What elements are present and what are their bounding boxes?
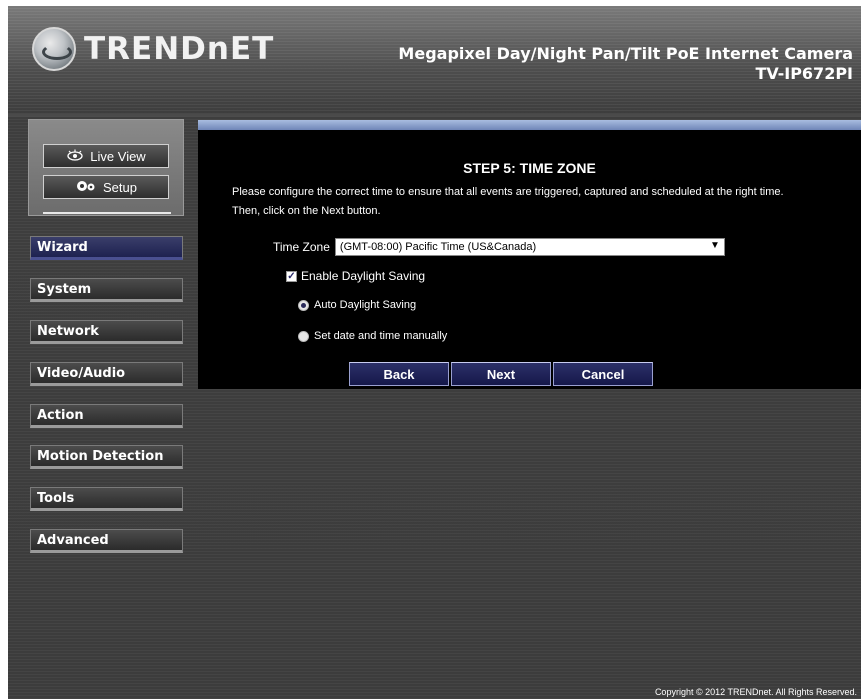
trendnet-logo: TRENDnET <box>32 26 274 72</box>
product-title: Megapixel Day/Night Pan/Tilt PoE Interne… <box>398 44 853 84</box>
daylight-saving-label: Enable Daylight Saving <box>301 269 426 283</box>
logo-mark-icon <box>32 27 76 71</box>
nav-item-advanced[interactable]: Advanced <box>30 529 183 553</box>
nav-item-action[interactable]: Action <box>30 404 183 428</box>
copyright-text: Copyright © 2012 TRENDnet. All Rights Re… <box>654 687 857 697</box>
nav-item-wizard[interactable]: Wizard <box>30 236 183 260</box>
nav-item-video-audio[interactable]: Video/Audio <box>30 362 183 386</box>
nav-item-network[interactable]: Network <box>30 320 183 344</box>
back-button[interactable]: Back <box>349 362 449 386</box>
nav-item-label: Advanced <box>37 532 109 548</box>
timezone-row: Time Zone (GMT-08:00) Pacific Time (US&C… <box>273 238 725 256</box>
live-view-button[interactable]: Live View <box>43 144 169 168</box>
nav-item-label: Wizard <box>37 239 88 255</box>
app-frame: TRENDnET Megapixel Day/Night Pan/Tilt Po… <box>8 6 861 699</box>
manual-time-label: Set date and time manually <box>314 330 448 342</box>
nav-item-label: Video/Audio <box>37 365 126 381</box>
auto-daylight-row: Auto Daylight Saving <box>298 299 416 311</box>
nav-item-label: Action <box>37 407 84 423</box>
instructions-text: Please configure the correct time to ens… <box>232 186 784 217</box>
nav-item-tools[interactable]: Tools <box>30 487 183 511</box>
divider <box>43 212 171 214</box>
nav-item-label: Motion Detection <box>37 448 164 464</box>
setup-button[interactable]: Setup <box>43 175 169 199</box>
auto-daylight-radio[interactable] <box>298 299 309 311</box>
step-title: STEP 5: TIME ZONE <box>463 160 596 176</box>
logo-text: TRENDnET <box>84 31 275 67</box>
product-name: Megapixel Day/Night Pan/Tilt PoE Interne… <box>398 44 853 63</box>
header: TRENDnET Megapixel Day/Night Pan/Tilt Po… <box>8 6 861 114</box>
daylight-saving-row: ✓ Enable Daylight Saving <box>286 269 425 283</box>
eye-icon <box>66 148 84 164</box>
auto-daylight-label: Auto Daylight Saving <box>314 299 417 311</box>
gears-icon <box>75 179 97 196</box>
wizard-panel: STEP 5: TIME ZONE Please configure the c… <box>198 130 861 389</box>
nav-item-motion-detection[interactable]: Motion Detection <box>30 445 183 469</box>
chevron-down-icon: ▼ <box>710 240 720 251</box>
manual-time-row: Set date and time manually <box>298 330 447 342</box>
nav-item-label: System <box>37 281 92 297</box>
daylight-saving-checkbox[interactable]: ✓ <box>286 270 297 282</box>
nav-item-label: Network <box>37 323 99 339</box>
timezone-value: (GMT-08:00) Pacific Time (US&Canada) <box>339 241 537 253</box>
product-model: TV-IP672PI <box>755 64 853 83</box>
timezone-select[interactable]: (GMT-08:00) Pacific Time (US&Canada) ▼ <box>334 238 725 256</box>
nav-item-system[interactable]: System <box>30 278 183 302</box>
timezone-label: Time Zone <box>273 240 330 254</box>
cancel-button[interactable]: Cancel <box>553 362 653 386</box>
next-button[interactable]: Next <box>451 362 551 386</box>
wizard-buttons: Back Next Cancel <box>349 362 655 386</box>
view-switcher: Live View Setup <box>28 119 184 216</box>
content-accent-bar <box>198 120 861 130</box>
setup-label: Setup <box>103 179 137 195</box>
manual-time-radio[interactable] <box>298 330 309 342</box>
live-view-label: Live View <box>90 148 146 164</box>
nav-item-label: Tools <box>37 490 75 506</box>
